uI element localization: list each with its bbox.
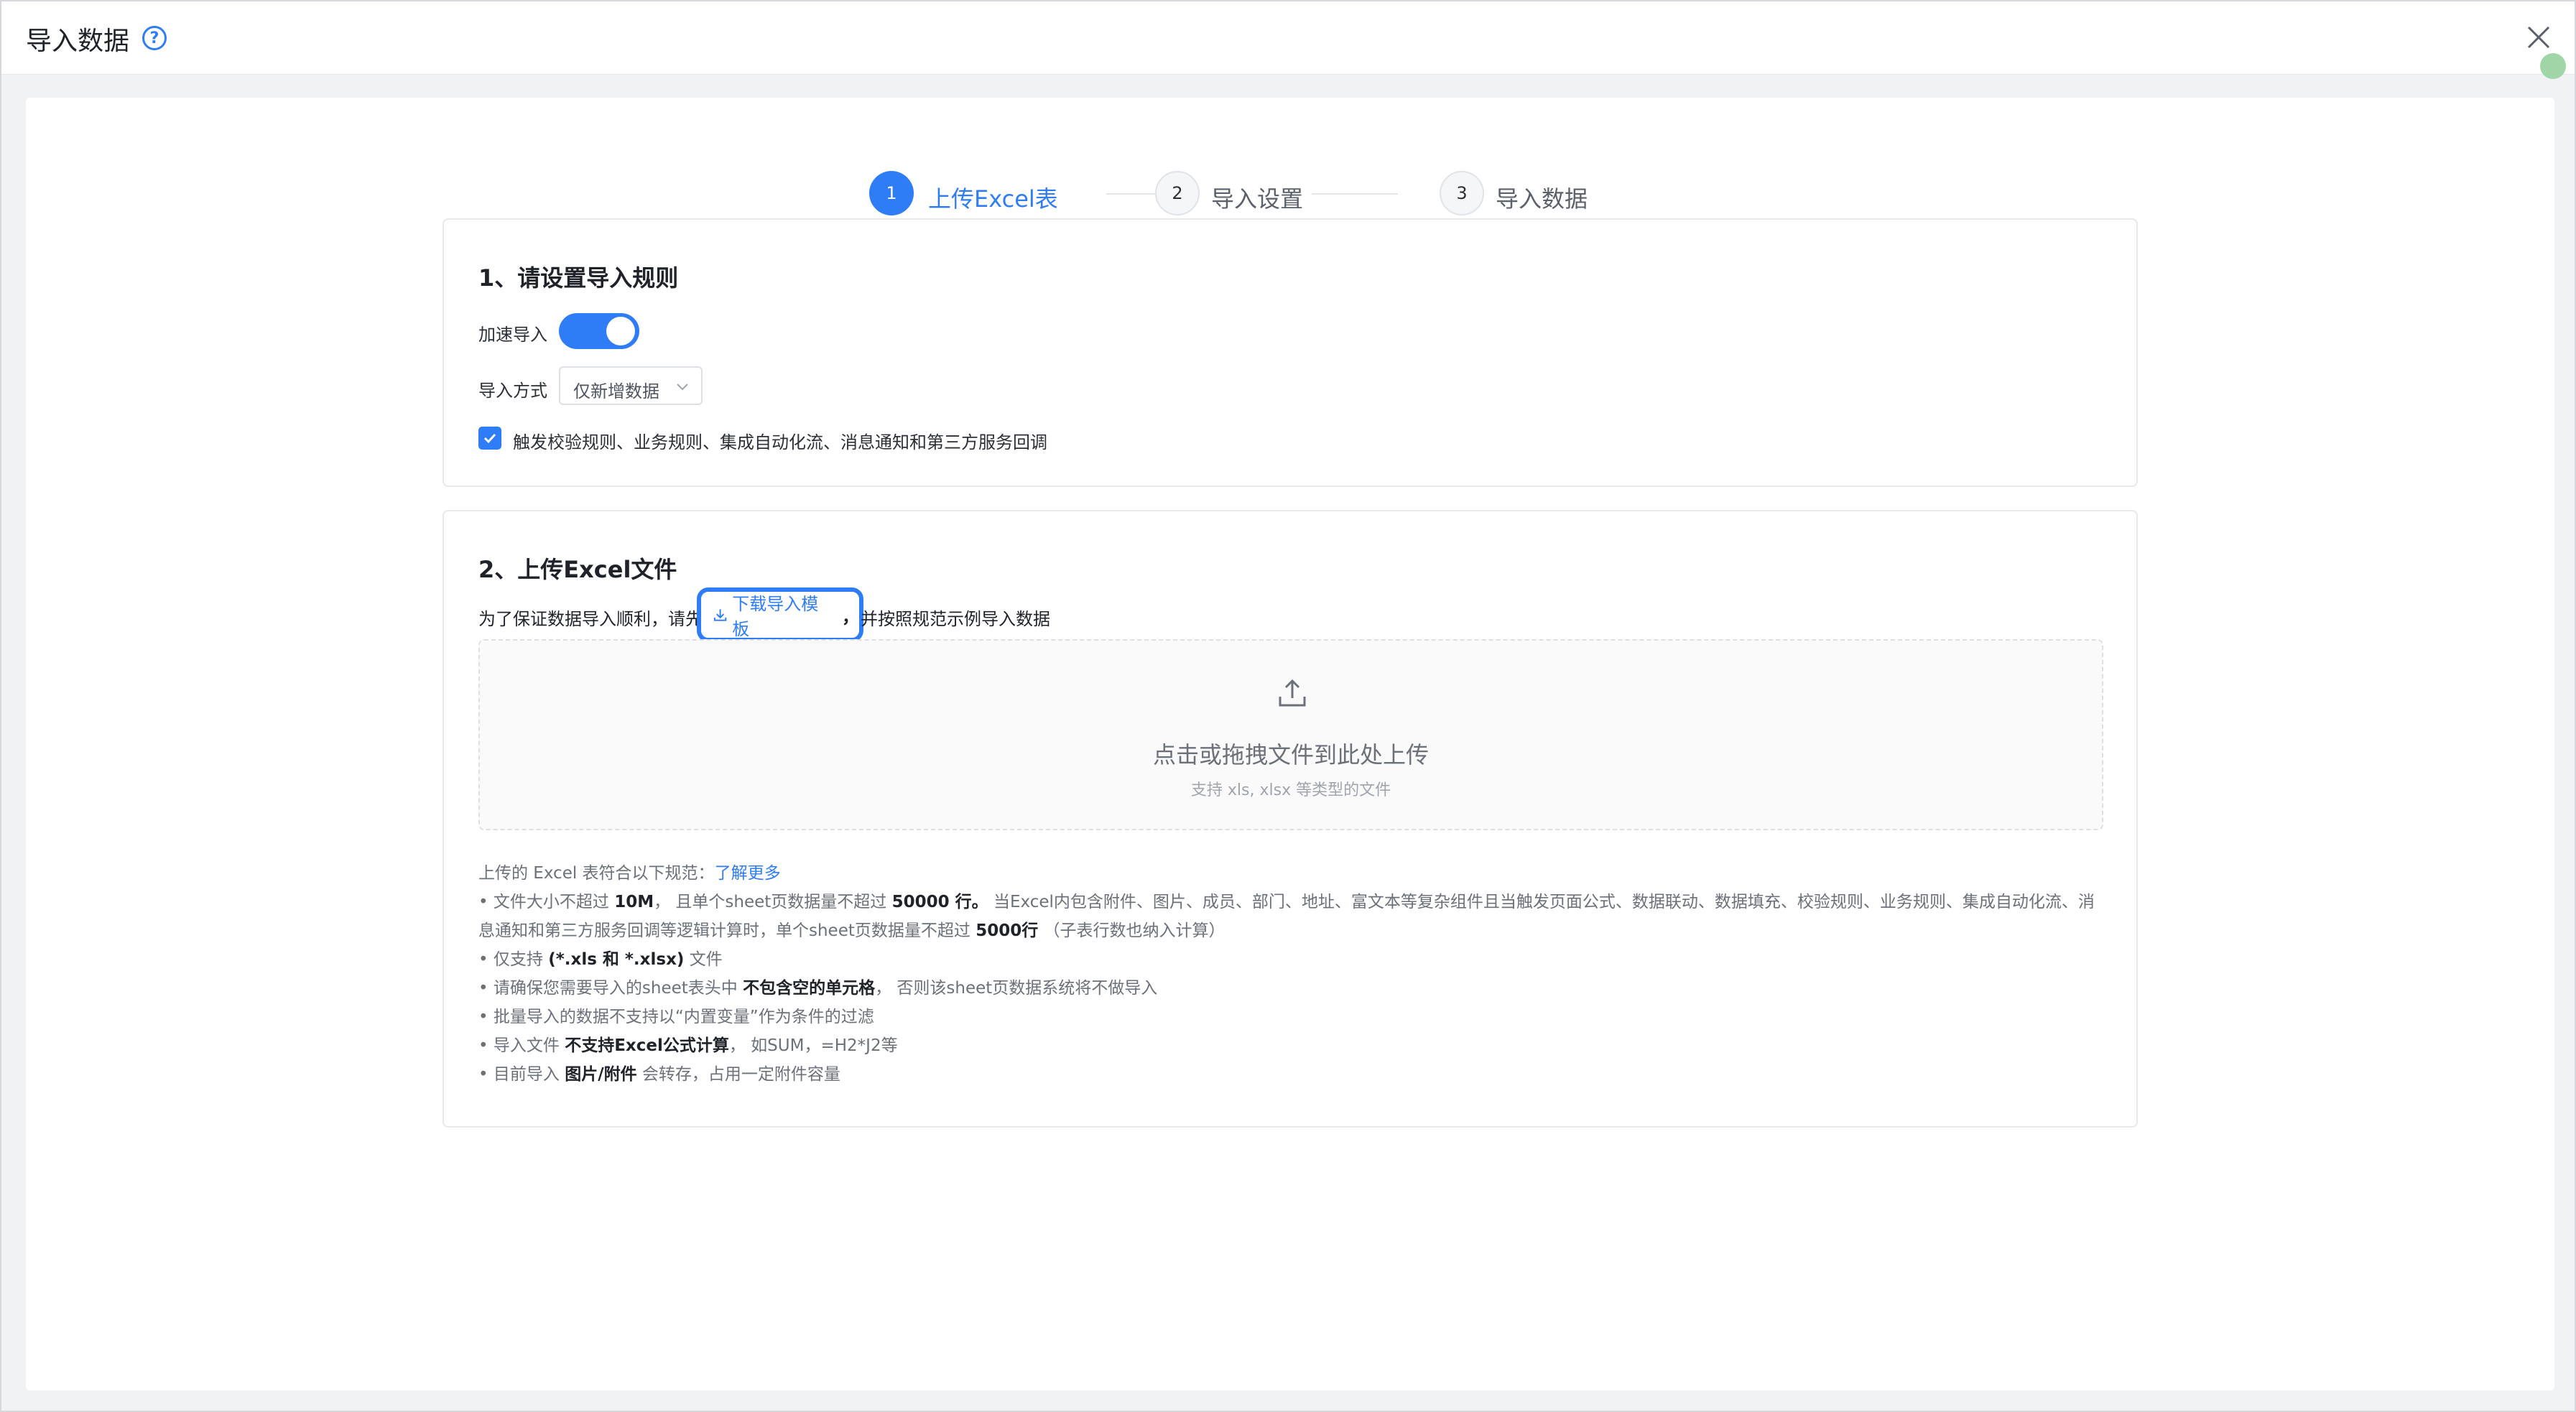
help-icon[interactable]: ? — [142, 26, 167, 50]
rule-text: ， 否则该sheet页数据系统将不做导入 — [875, 979, 1158, 998]
step-3-circle: 3 — [1440, 171, 1484, 215]
rule-emphasis: 不支持Excel公式计算 — [565, 1036, 729, 1055]
accelerate-label: 加速导入 — [478, 325, 547, 345]
step-3-label: 导入数据 — [1496, 185, 1588, 213]
rule-emphasis: 不包含空的单元格 — [743, 979, 876, 998]
import-rules-card: 1、请设置导入规则 加速导入 导入方式 仅新增数据 触发校验规则、业务规则、集成… — [443, 218, 2138, 487]
trigger-checkbox-label: 触发校验规则、业务规则、集成自动化流、消息通知和第三方服务回调 — [513, 432, 1047, 452]
section-title: 2、上传Excel文件 — [478, 556, 677, 583]
step-2-label: 导入设置 — [1211, 185, 1304, 213]
accelerate-toggle[interactable] — [559, 313, 639, 349]
download-template-label: 下载导入模板 — [732, 594, 819, 639]
download-icon — [713, 609, 727, 621]
rule-item: • 批量导入的数据不支持以“内置变量”作为条件的过滤 — [478, 1008, 874, 1026]
dialog-body: 1 上传Excel表 2 导入设置 3 导入数据 1、请设置导入规则 加速导入 … — [26, 98, 2554, 1390]
rule-item: • 目前导入 图片/附件 会转存，占用一定附件容量 — [478, 1060, 2103, 1089]
import-stepper: 1 上传Excel表 2 导入设置 3 导入数据 — [26, 135, 2554, 215]
intro-text: 为了保证数据导入顺利，请先 — [478, 609, 703, 629]
upload-icon — [1279, 679, 1306, 707]
upload-card: 2、上传Excel文件 为了保证数据导入顺利，请先 下载导入模板 ， 并按照规范… — [443, 510, 2138, 1128]
check-icon — [483, 433, 496, 444]
rule-text: • 仅支持 — [478, 950, 549, 969]
rule-emphasis: 5000行 — [976, 921, 1039, 940]
rule-item: • 导入文件 不支持Excel公式计算， 如SUM，=H2*J2等 — [478, 1031, 2103, 1060]
rule-text: • 文件大小不超过 — [478, 893, 615, 911]
chevron-down-icon — [677, 384, 688, 391]
toggle-knob — [606, 317, 635, 345]
dropzone-subtitle: 支持 xls, xlsx 等类型的文件 — [1190, 781, 1391, 799]
file-dropzone[interactable]: 点击或拖拽文件到此处上传 支持 xls, xlsx 等类型的文件 — [478, 639, 2103, 830]
section-title: 1、请设置导入规则 — [478, 264, 679, 292]
import-dialog: 导入数据 ? 1 上传Excel表 2 导入设置 3 导入数据 1、请设置导入规… — [0, 0, 2576, 1412]
status-indicator — [2540, 53, 2566, 79]
rule-text: ， 如SUM，=H2*J2等 — [728, 1036, 898, 1055]
step-1-label: 上传Excel表 — [928, 185, 1058, 213]
rule-emphasis: 10M — [614, 893, 654, 911]
rule-item: • 请确保您需要导入的sheet表头中 不包含空的单元格， 否则该sheet页数… — [478, 974, 2103, 1003]
rule-text: 文件 — [684, 950, 723, 969]
step-2-circle: 2 — [1155, 171, 1200, 215]
intro-comma: ， — [842, 606, 859, 627]
rules-heading: 上传的 Excel 表符合以下规范：了解更多 — [478, 859, 2103, 888]
dialog-header: 导入数据 ? — [1, 1, 2575, 79]
import-mode-label: 导入方式 — [478, 381, 547, 401]
trigger-checkbox[interactable] — [478, 427, 501, 450]
rule-emphasis: 图片/附件 — [565, 1065, 637, 1084]
rule-emphasis: (*.xls 和 *.xlsx) — [548, 950, 685, 969]
import-mode-select[interactable]: 仅新增数据 — [559, 366, 703, 405]
upload-rules: 上传的 Excel 表符合以下规范：了解更多 • 文件大小不超过 10M， 且单… — [478, 859, 2103, 1089]
rule-text: （子表行数也纳入计算） — [1038, 921, 1226, 940]
rule-item: • 文件大小不超过 10M， 且单个sheet页数据量不超过 50000 行。 … — [478, 888, 2103, 945]
rule-text: • 导入文件 — [478, 1036, 565, 1055]
learn-more-link[interactable]: 了解更多 — [715, 864, 781, 883]
rule-emphasis: 50000 行。 — [891, 893, 988, 911]
rule-item: • 仅支持 (*.xls 和 *.xlsx) 文件 — [478, 945, 2103, 974]
close-icon[interactable] — [2524, 23, 2553, 52]
step-1-circle: 1 — [869, 171, 914, 215]
import-mode-value: 仅新增数据 — [573, 381, 659, 401]
rule-text: • 请确保您需要导入的sheet表头中 — [478, 979, 743, 998]
rule-text: ， 且单个sheet页数据量不超过 — [654, 893, 892, 911]
download-template-button[interactable]: 下载导入模板 ， — [697, 587, 863, 642]
dropzone-title: 点击或拖拽文件到此处上传 — [1152, 741, 1429, 768]
rule-text: • 目前导入 — [478, 1065, 565, 1084]
intro-suffix: 并按照规范示例导入数据 — [861, 609, 1050, 629]
dialog-title: 导入数据 — [26, 27, 130, 56]
rule-text: 会转存，占用一定附件容量 — [636, 1065, 840, 1084]
step-connector — [1312, 193, 1398, 195]
rules-heading-text: 上传的 Excel 表符合以下规范： — [478, 864, 715, 883]
